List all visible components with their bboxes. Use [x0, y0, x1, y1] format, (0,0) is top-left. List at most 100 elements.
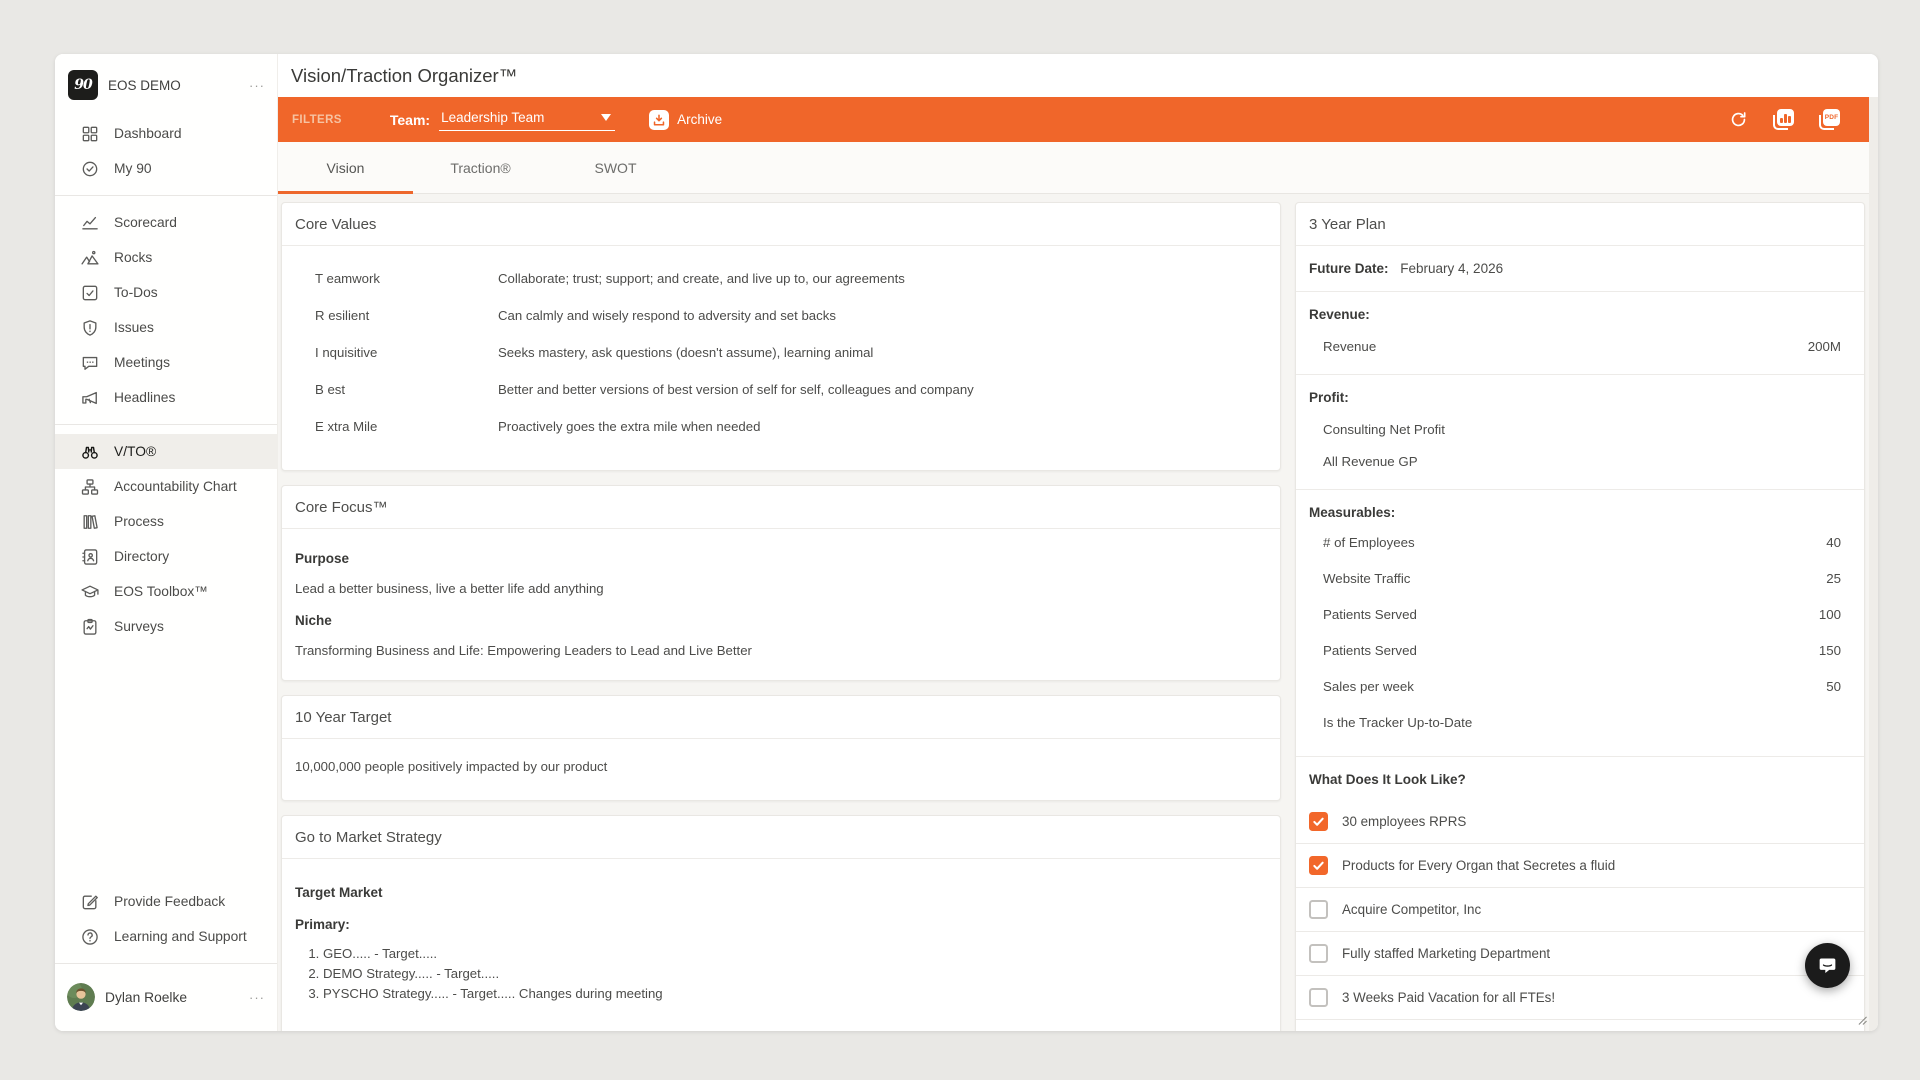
- checklist-item[interactable]: Acquire Competitor, Inc: [1296, 888, 1864, 932]
- sidebar-item-learning-support[interactable]: Learning and Support: [55, 919, 277, 954]
- core-value-row[interactable]: I nquisitive Seeks mastery, ask question…: [295, 345, 1266, 382]
- primary-item: DEMO Strategy..... - Target.....: [323, 964, 1266, 984]
- profit-row[interactable]: All Revenue GP: [1309, 454, 1851, 469]
- team-select[interactable]: Leadership Team: [439, 108, 615, 131]
- measurable-row[interactable]: Patients Served 100: [1309, 607, 1851, 628]
- profit-section: Profit: Consulting Net Profit All Revenu…: [1296, 375, 1864, 490]
- core-value-row[interactable]: R esilient Can calmly and wisely respond…: [295, 308, 1266, 345]
- primary-list[interactable]: GEO..... - Target..... DEMO Strategy....…: [323, 944, 1266, 1004]
- checklist-item[interactable]: 30 employees RPRS: [1296, 800, 1864, 844]
- chevron-down-icon: [601, 114, 611, 121]
- ten-year-target-text[interactable]: 10,000,000 people positively impacted by…: [282, 739, 1280, 800]
- sidebar-item-issues[interactable]: Issues: [55, 310, 277, 345]
- sidebar-item-label: Dashboard: [114, 126, 182, 141]
- tab-swot[interactable]: SWOT: [548, 142, 683, 193]
- checklist-label: Fully staffed Marketing Department: [1342, 946, 1550, 961]
- measurable-label: # of Employees: [1323, 535, 1415, 556]
- sidebar-item-rocks[interactable]: Rocks: [55, 240, 277, 275]
- core-value-row[interactable]: B est Better and better versions of best…: [295, 382, 1266, 419]
- team-label: Team:: [390, 112, 430, 128]
- shield-alert-icon: [80, 318, 100, 338]
- tab-traction[interactable]: Traction®: [413, 142, 548, 193]
- revenue-section: Revenue: Revenue 200M: [1296, 292, 1864, 375]
- measurable-row[interactable]: Sales per week 50: [1309, 679, 1851, 700]
- sidebar-divider: [55, 963, 277, 964]
- measurable-value: 25: [1826, 571, 1841, 592]
- vertical-scrollbar[interactable]: [1869, 97, 1878, 1031]
- niche-text[interactable]: Transforming Business and Life: Empoweri…: [295, 643, 1266, 658]
- sidebar-item-process[interactable]: Process: [55, 504, 277, 539]
- checkbox[interactable]: [1309, 900, 1328, 919]
- sidebar-item-vto[interactable]: V/TO®: [55, 434, 277, 469]
- core-value-row[interactable]: E xtra Mile Proactively goes the extra m…: [295, 419, 1266, 456]
- refresh-icon[interactable]: [1729, 110, 1748, 129]
- three-year-plan-title: 3 Year Plan: [1296, 203, 1864, 246]
- tab-bar: Vision Traction® SWOT: [278, 142, 1878, 194]
- revenue-row[interactable]: Revenue 200M: [1309, 339, 1851, 354]
- app-window: 90 EOS DEMO ··· Dashboard My 90 Scorecar…: [55, 54, 1878, 1031]
- sidebar-item-provide-feedback[interactable]: Provide Feedback: [55, 884, 277, 919]
- chat-bubble-icon: [80, 353, 100, 373]
- sidebar-item-my90[interactable]: My 90: [55, 151, 277, 186]
- sidebar-item-label: My 90: [114, 161, 152, 176]
- checkbox[interactable]: [1309, 988, 1328, 1007]
- sidebar-item-label: Headlines: [114, 390, 175, 405]
- sidebar-item-label: Process: [114, 514, 164, 529]
- workspace-name: EOS DEMO: [108, 78, 249, 93]
- sidebar-item-accountability-chart[interactable]: Accountability Chart: [55, 469, 277, 504]
- sidebar-item-scorecard[interactable]: Scorecard: [55, 205, 277, 240]
- user-more-icon[interactable]: ···: [249, 990, 265, 1005]
- sidebar-item-label: Scorecard: [114, 215, 177, 230]
- sidebar-item-todos[interactable]: To-Dos: [55, 275, 277, 310]
- sidebar-item-surveys[interactable]: Surveys: [55, 609, 277, 644]
- revenue-item-value: 200M: [1808, 339, 1841, 354]
- sidebar-item-eos-toolbox[interactable]: EOS Toolbox™: [55, 574, 277, 609]
- purpose-text[interactable]: Lead a better business, live a better li…: [295, 581, 1266, 596]
- checklist-item[interactable]: Fully staffed Marketing Department: [1296, 932, 1864, 976]
- profit-row[interactable]: Consulting Net Profit: [1309, 422, 1851, 437]
- main-area: Vision/Traction Organizer™ FILTERS Team:…: [278, 54, 1878, 1031]
- core-value-row[interactable]: T eamwork Collaborate; trust; support; a…: [295, 271, 1266, 308]
- edit-pencil-icon: [80, 892, 100, 912]
- user-name: Dylan Roelke: [105, 990, 239, 1005]
- measurable-row[interactable]: Patients Served 150: [1309, 643, 1851, 664]
- measurable-row[interactable]: Website Traffic 25: [1309, 571, 1851, 592]
- export-report-icon[interactable]: [1773, 109, 1794, 130]
- sidebar-item-meetings[interactable]: Meetings: [55, 345, 277, 380]
- workspace-more-icon[interactable]: ···: [249, 78, 265, 93]
- checkbox[interactable]: [1309, 944, 1328, 963]
- checklist-item[interactable]: Products for Every Organ that Secretes a…: [1296, 844, 1864, 888]
- filters-label[interactable]: FILTERS: [292, 114, 342, 126]
- future-date-row[interactable]: Future Date: February 4, 2026: [1296, 246, 1864, 292]
- user-menu[interactable]: Dylan Roelke ···: [55, 973, 277, 1025]
- what-does-it-look-like-section: What Does It Look Like? 30 employees RPR…: [1296, 757, 1864, 1020]
- measurable-row[interactable]: # of Employees 40: [1309, 535, 1851, 556]
- resize-handle-icon[interactable]: [1858, 1013, 1867, 1028]
- checkbox[interactable]: [1309, 812, 1328, 831]
- sidebar-item-directory[interactable]: Directory: [55, 539, 277, 574]
- ten-year-target-card: 10 Year Target 10,000,000 people positiv…: [281, 695, 1281, 801]
- measurables-section: Measurables: # of Employees 40 Website T…: [1296, 490, 1864, 757]
- measurables-label: Measurables:: [1309, 505, 1395, 520]
- core-value-label: I nquisitive: [295, 345, 498, 360]
- sidebar-item-dashboard[interactable]: Dashboard: [55, 116, 277, 151]
- future-date-value: February 4, 2026: [1400, 261, 1503, 276]
- tab-vision[interactable]: Vision: [278, 142, 413, 193]
- checklist-label: Acquire Competitor, Inc: [1342, 902, 1481, 917]
- workspace-switcher[interactable]: 90 EOS DEMO ···: [55, 54, 277, 110]
- sidebar-item-label: Issues: [114, 320, 154, 335]
- chat-support-button[interactable]: [1805, 943, 1850, 988]
- core-value-description: Better and better versions of best versi…: [498, 382, 1266, 397]
- wdill-label: What Does It Look Like?: [1296, 772, 1864, 800]
- question-circle-icon: [80, 927, 100, 947]
- measurable-row[interactable]: Is the Tracker Up-to-Date: [1309, 715, 1851, 736]
- vision-content: Core Values T eamwork Collaborate; trust…: [278, 194, 1878, 1031]
- primary-item: PYSCHO Strategy..... - Target..... Chang…: [323, 984, 1266, 1004]
- team-select-value: Leadership Team: [441, 110, 544, 125]
- export-pdf-icon[interactable]: PDF: [1819, 109, 1840, 130]
- sidebar-item-headlines[interactable]: Headlines: [55, 380, 277, 415]
- archive-button[interactable]: Archive: [649, 110, 722, 130]
- checkbox[interactable]: [1309, 856, 1328, 875]
- checklist-item[interactable]: 3 Weeks Paid Vacation for all FTEs!: [1296, 976, 1864, 1020]
- sidebar-nav: Dashboard My 90 Scorecard Rocks To-Dos: [55, 116, 277, 644]
